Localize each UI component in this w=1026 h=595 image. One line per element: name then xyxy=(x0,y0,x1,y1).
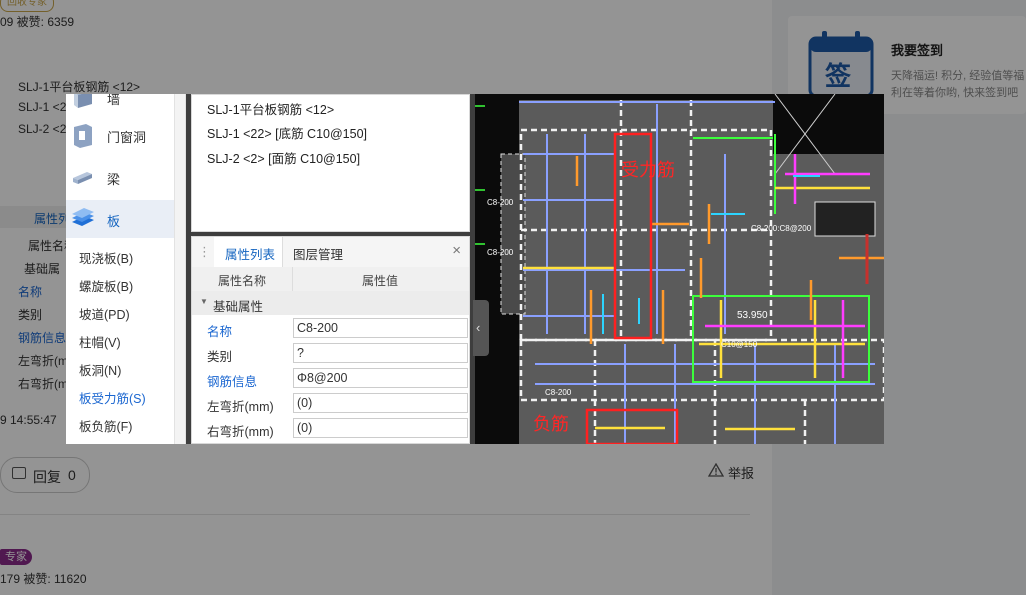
slab-icon xyxy=(72,208,94,226)
submenu-column-cap[interactable]: 柱帽(V) xyxy=(79,332,121,351)
collapse-triangle-icon[interactable]: ▼ xyxy=(200,297,208,306)
col-name-header: 属性名称 xyxy=(218,274,267,288)
property-row: 类别 ? xyxy=(192,341,469,366)
cad-small-label: C8-200:C8@200 xyxy=(751,224,812,233)
cad-small-label: C10@150 xyxy=(721,340,758,349)
menu-item-slab[interactable]: 板 xyxy=(66,200,174,238)
submenu-slab-negative-rebar[interactable]: 板负筋(F) xyxy=(79,416,132,435)
beam-icon xyxy=(73,172,92,184)
cad-drawing-view[interactable]: 受力筋 负筋 53.950 C8-200 C8-200 C8-200 C10@1… xyxy=(475,94,884,444)
property-value-input[interactable]: Φ8@200 xyxy=(293,368,468,388)
submenu-slab-hole[interactable]: 板洞(N) xyxy=(79,360,121,379)
cad-small-label: C8-200 xyxy=(487,248,514,257)
property-row: 名称 C8-200 xyxy=(192,316,469,341)
menu-item-wall[interactable]: 墙 xyxy=(66,94,174,116)
tab-property-list[interactable]: 属性列表 xyxy=(225,244,275,263)
property-value-input[interactable]: C8-200 xyxy=(293,318,468,338)
cad-small-label: C8-200 xyxy=(487,198,514,207)
submenu-spiral-slab[interactable]: 螺旋板(B) xyxy=(79,276,133,295)
col-value-header: 属性值 xyxy=(362,274,399,288)
property-group[interactable]: ▼ 基础属性 xyxy=(192,291,469,315)
close-icon[interactable]: × xyxy=(452,242,461,259)
property-value-input[interactable]: (0) xyxy=(293,418,468,438)
tree-item[interactable]: SLJ-1平台板钢筋 <12> xyxy=(207,99,334,118)
image-viewer-popup: 墙 门窗洞 梁 板 现浇板(B) 螺旋板(B) 坡道(PD) 柱帽(V) 板洞(… xyxy=(66,94,884,444)
property-row: 左弯折(mm) (0) xyxy=(192,391,469,416)
property-row: 钢筋信息 Φ8@200 xyxy=(192,366,469,391)
submenu-slab-main-rebar[interactable]: 板受力筋(S) xyxy=(79,388,146,407)
panel-splitter[interactable] xyxy=(174,94,186,444)
elevation-label: 53.950 xyxy=(737,310,768,321)
property-value-input[interactable]: (0) xyxy=(293,393,468,413)
property-row: 右弯折(mm) (0) xyxy=(192,416,469,441)
menu-item-door-window[interactable]: 门窗洞 xyxy=(66,116,174,154)
tree-item[interactable]: SLJ-1 <22> [底筋 C10@150] xyxy=(207,123,367,142)
component-tree: SLJ-1平台板钢筋 <12> SLJ-1 <22> [底筋 C10@150] … xyxy=(191,94,470,232)
tab-layer-manager[interactable]: 图层管理 xyxy=(293,244,343,263)
component-menu: 墙 门窗洞 梁 板 现浇板(B) 螺旋板(B) 坡道(PD) 柱帽(V) 板洞(… xyxy=(66,94,174,444)
cad-small-label: C8-200 xyxy=(545,388,572,397)
chevron-left-icon: ‹ xyxy=(476,320,481,335)
main-rebar-label: 受力筋 xyxy=(621,160,675,180)
property-table-header: 属性名称 属性值 xyxy=(192,267,469,292)
submenu-cast-slab[interactable]: 现浇板(B) xyxy=(79,248,133,267)
wall-icon xyxy=(74,94,92,108)
door-window-icon xyxy=(74,124,92,148)
negative-rebar-label: 负筋 xyxy=(533,414,569,434)
tree-item[interactable]: SLJ-2 <2> [面筋 C10@150] xyxy=(207,148,360,167)
menu-item-beam[interactable]: 梁 xyxy=(66,158,174,196)
submenu-ramp[interactable]: 坡道(PD) xyxy=(79,304,130,323)
property-panel: ⋮⋮ 属性列表 图层管理 × 属性名称 属性值 ▼ 基础属性 名称 C8-200… xyxy=(191,236,470,444)
property-tabs: ⋮⋮ 属性列表 图层管理 × xyxy=(192,237,469,268)
collapse-tab[interactable]: ‹ xyxy=(473,300,489,356)
property-value-input[interactable]: ? xyxy=(293,343,468,363)
